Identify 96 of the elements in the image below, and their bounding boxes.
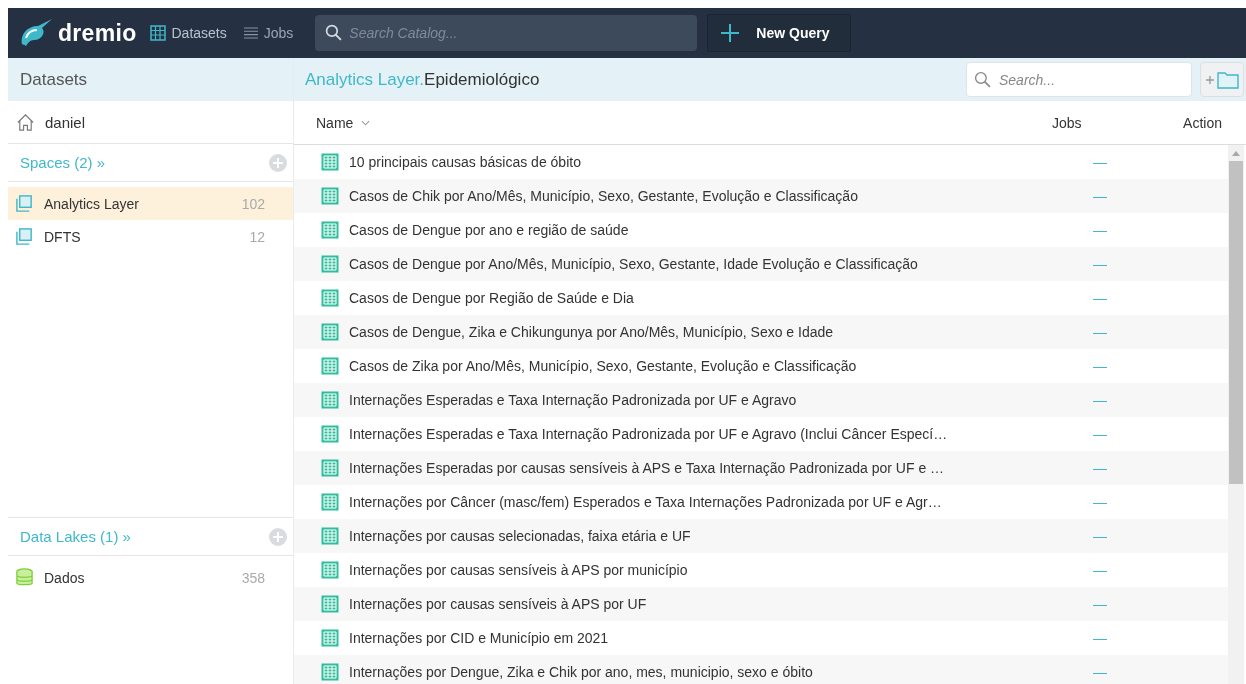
table-row[interactable]: Casos de Zika por Ano/Mês, Município, Sexo, Gestante, Evolução e Classificação — (294, 349, 1228, 383)
dataset-name[interactable]: Internações por causas sensíveis à APS por UF (349, 596, 1085, 612)
table-icon (321, 153, 339, 171)
data-lake-item[interactable]: Dados 358 (8, 561, 293, 594)
search-field[interactable]: Search Catalog... (315, 15, 698, 51)
table-row[interactable]: Internações por Câncer (masc/fem) Esperados e Taxa Internações Padronizada por UF e Agr… — (294, 485, 1228, 519)
jobs-count: — (1092, 392, 1108, 408)
column-header: Action (1182, 114, 1222, 131)
home-item[interactable]: daniel (8, 101, 293, 144)
column-header[interactable]: Name (294, 114, 1052, 131)
table-icon (321, 493, 339, 511)
table-icon (321, 527, 339, 545)
jobs-count: — (1092, 358, 1108, 374)
table-row[interactable]: Casos de Dengue, Zika e Chikungunya por Ano/Mês, Município, Sexo e Idade — (294, 315, 1228, 349)
dataset-name[interactable]: Internações por CID e Município em 2021 (349, 630, 1085, 646)
breadcrumb: Analytics Layer.Epidemiológico (305, 69, 541, 90)
table-icon (321, 323, 339, 341)
dataset-name[interactable]: Casos de Chik por Ano/Mês, Município, Sexo, Gestante, Evolução e Classificação (349, 188, 1085, 204)
table-icon (321, 187, 339, 205)
search-icon (325, 24, 343, 41)
jobs-count: — (1092, 528, 1108, 544)
jobs-count: — (1092, 426, 1108, 442)
table-icon (321, 391, 339, 409)
dataset-name[interactable]: Internações por Câncer (masc/fem) Esperados e Taxa Internações Padronizada por UF e Agr… (349, 494, 1085, 510)
table-icon (321, 221, 339, 239)
dataset-name[interactable]: Internações Esperadas e Taxa Internação Padronizada por UF e Agravo (349, 392, 1085, 408)
search-field[interactable]: Search... (966, 62, 1192, 97)
table-icon (321, 255, 339, 273)
table-row[interactable]: 10 principais causas básicas de óbito — (294, 145, 1228, 179)
add-icon[interactable] (269, 527, 287, 546)
table-icon (321, 459, 339, 477)
new-query-button[interactable]: New Query (707, 14, 852, 52)
dataset-name[interactable]: Casos de Zika por Ano/Mês, Município, Sexo, Gestante, Evolução e Classificação (349, 358, 1085, 374)
column-header: Jobs (1052, 114, 1083, 131)
dataset-name[interactable]: Casos de Dengue por ano e região de saúde (349, 222, 1085, 238)
dataset-name[interactable]: Internações por causas selecionadas, faixa etária e UF (349, 528, 1085, 544)
jobs-count: — (1092, 562, 1108, 578)
table-row[interactable]: Internações por Dengue, Zika e Chik por ano, mes, municipio, sexo e óbito — (294, 655, 1228, 684)
scrollbar[interactable] (1228, 145, 1244, 684)
jobs-count: — (1092, 290, 1108, 306)
dataset-name[interactable]: Internações Esperadas e Taxa Internação Padronizada por UF e Agravo (Inclui Câncer Especí… (349, 426, 1085, 442)
jobs-count: — (1092, 596, 1108, 612)
space-item[interactable]: DFTS 12 (8, 220, 293, 253)
space-item[interactable]: Analytics Layer 102 (8, 187, 293, 220)
scroll-up-icon[interactable] (1232, 151, 1240, 156)
nav-link[interactable]: Datasets (150, 25, 227, 41)
jobs-count: — (1092, 154, 1108, 170)
table-icon (321, 663, 339, 681)
table-row[interactable]: Casos de Chik por Ano/Mês, Município, Sexo, Gestante, Evolução e Classificação — (294, 179, 1228, 213)
database-icon (15, 568, 34, 587)
table-row[interactable]: Internações por causas sensíveis à APS por UF — (294, 587, 1228, 621)
home-icon (16, 112, 35, 132)
jobs-count: — (1092, 188, 1108, 204)
plus-icon (720, 23, 741, 43)
jobs-count: — (1092, 256, 1108, 272)
dataset-name[interactable]: Casos de Dengue por Ano/Mês, Município, Sexo, Gestante, Idade Evolução e Classificação (349, 256, 1085, 272)
table-row[interactable]: Internações por CID e Município em 2021 — (294, 621, 1228, 655)
space-icon (15, 227, 34, 246)
dataset-name[interactable]: Internações Esperadas por causas sensíveis à APS e Taxa Internação Padronizada por UF e … (349, 460, 1085, 476)
jobs-count: — (1092, 460, 1108, 476)
dataset-name[interactable]: Internações por Dengue, Zika e Chik por ano, mes, municipio, sexo e óbito (349, 664, 1085, 680)
table-icon (321, 629, 339, 647)
jobs-count: — (1092, 494, 1108, 510)
dataset-name[interactable]: 10 principais causas básicas de óbito (349, 154, 1085, 170)
jobs-count: — (1092, 630, 1108, 646)
jobs-count: — (1092, 222, 1108, 238)
table-row[interactable]: Casos de Dengue por Ano/Mês, Município, Sexo, Gestante, Idade Evolução e Classificação — (294, 247, 1228, 281)
sidebar-title: Datasets (20, 69, 88, 90)
table-row[interactable]: Internações por causas sensíveis à APS por município — (294, 553, 1228, 587)
table-row[interactable]: Casos de Dengue por Região de Saúde e Dia — (294, 281, 1228, 315)
table-row[interactable]: Internações Esperadas por causas sensíveis à APS e Taxa Internação Padronizada por UF e … — (294, 451, 1228, 485)
add-folder-icon (1205, 69, 1239, 90)
table-icon (321, 289, 339, 307)
grid-icon (150, 25, 167, 41)
table-row[interactable]: Internações por causas selecionadas, faixa etária e UF — (294, 519, 1228, 553)
table-row[interactable]: Internações Esperadas e Taxa Internação Padronizada por UF e Agravo — (294, 383, 1228, 417)
table-icon (321, 357, 339, 375)
table-row[interactable]: Casos de Dengue por ano e região de saúde — (294, 213, 1228, 247)
dataset-name[interactable]: Casos de Dengue, Zika e Chikungunya por Ano/Mês, Município, Sexo e Idade (349, 324, 1085, 340)
chevron-down-icon (361, 119, 371, 126)
table-icon (321, 425, 339, 443)
dataset-name[interactable]: Casos de Dengue por Região de Saúde e Dia (349, 290, 1085, 306)
table-row[interactable]: Internações Esperadas e Taxa Internação Padronizada por UF e Agravo (Inclui Câncer Especí… — (294, 417, 1228, 451)
jobs-count: — (1092, 664, 1108, 680)
space-icon (15, 194, 34, 213)
nav-link[interactable]: Jobs (242, 25, 294, 41)
jobs-count: — (1092, 324, 1108, 340)
scrollbar-thumb[interactable] (1229, 161, 1243, 484)
dataset-name[interactable]: Internações por causas sensíveis à APS por município (349, 562, 1085, 578)
list-icon (242, 25, 259, 41)
add-icon[interactable] (269, 153, 287, 172)
add-folder-button[interactable] (1200, 62, 1244, 97)
search-icon (974, 71, 991, 88)
logo-wordmark: dremio (58, 19, 137, 47)
table-icon (321, 561, 339, 579)
table-icon (321, 595, 339, 613)
